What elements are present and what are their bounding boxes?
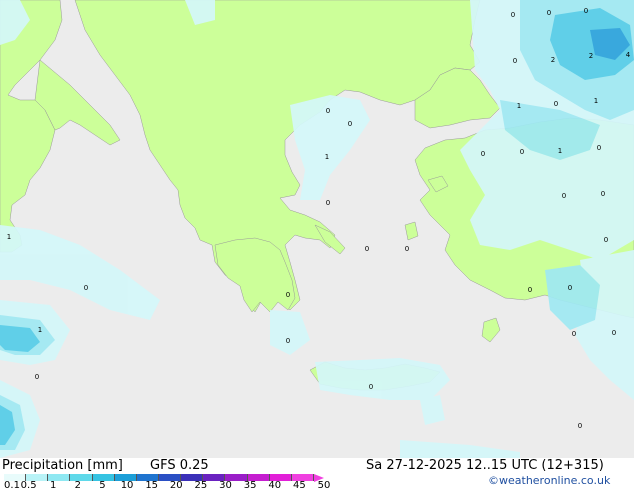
legend-label: 0.5 [20,480,37,491]
precip-value-label: 0 [365,245,369,253]
precip-value-label: 0 [481,150,485,158]
precip-value-label: 0 [568,284,572,292]
datetime-label: Sa 27-12-2025 12..15 UTC (12+315) [366,458,604,473]
precip-value-label: 0 [326,199,330,207]
precip-value-label: 0 [547,9,551,17]
precip-value-label: 2 [551,56,555,64]
precip-value-label: 0 [604,236,608,244]
precip-value-label: 0 [35,373,39,381]
legend-label: 10 [120,480,134,491]
precip-value-label: 0 [348,120,352,128]
chart-title: Precipitation [mm] [2,458,123,473]
legend-label: 5 [99,480,106,491]
precip-value-label: 0 [286,291,290,299]
precip-value-label: 0 [601,190,605,198]
model-name: GFS 0.25 [150,458,209,473]
precipitation-map: 0 0 0 2 2 4 0 1 0 1 0 1 0 0 0 1 0 0 0 0 0 0 1 1 0 0 0 0 0 0 0 0 0 0 0 [0,0,634,458]
precip-value-label: 0 [612,329,616,337]
precip-value-label: 0 [405,245,409,253]
precip-value-label: 0 [554,100,558,108]
legend-label: 50 [317,480,331,491]
legend-label: 2 [74,480,82,491]
precip-value-label: 0 [286,337,290,345]
precip-value-label: 0 [578,422,582,430]
precip-value-label: 1 [7,233,11,241]
precip-value-label: 0 [513,57,517,65]
precip-value-label: 0 [511,11,515,19]
precip-value-label: 0 [584,7,588,15]
precip-value-label: 2 [589,52,593,60]
precip-value-label: 0 [520,148,524,156]
legend-label: 35 [243,480,257,491]
precip-value-label: 1 [517,102,521,110]
legend-label: 1 [50,480,57,491]
copyright: ©weatheronline.co.uk [488,474,611,487]
precip-value-label: 1 [558,147,562,155]
precip-value-label: 0 [528,286,532,294]
legend-label: 40 [268,480,282,491]
legend-label: 20 [169,480,183,491]
precip-value-label: 1 [325,153,329,161]
precip-value-label: 0 [597,144,601,152]
precip-value-label: 0 [369,383,373,391]
legend-label: 15 [145,480,159,491]
legend-label: 30 [219,480,232,491]
precip-value-label: 0 [84,284,88,292]
legend-label: 25 [194,480,208,491]
precip-value-label: 0 [572,330,576,338]
precip-value-label: 0 [562,192,566,200]
precip-value-label: 0 [326,107,330,115]
legend-label: 45 [293,480,306,491]
footer: Precipitation [mm] GFS 0.25 Sa 27-12-202… [0,458,634,491]
legend-label: 0.1 [4,480,20,491]
precip-value-label: 1 [38,326,42,334]
precip-value-label: 1 [594,97,598,105]
precip-value-label: 4 [626,51,631,59]
